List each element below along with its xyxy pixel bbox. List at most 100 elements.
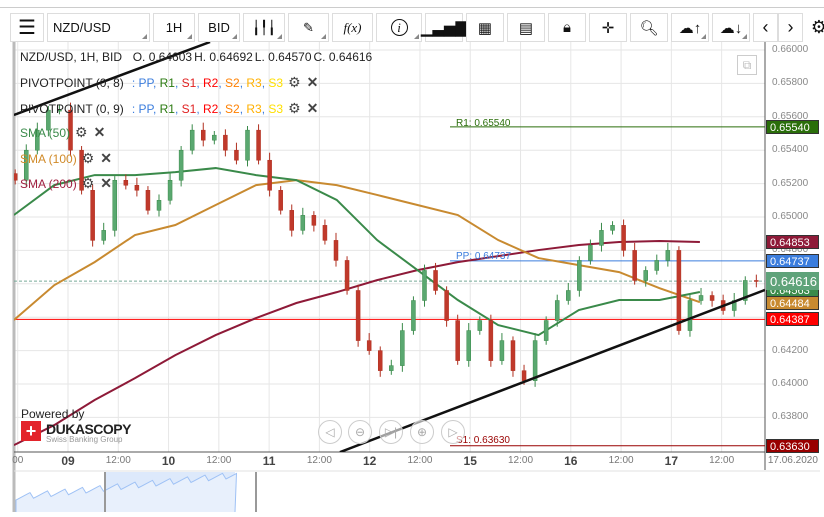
pivot-part: , (196, 101, 203, 116)
pivot-part: R2 (203, 75, 219, 90)
zoom-out-icon: ⊖ (354, 425, 366, 439)
candle-body (554, 300, 560, 321)
s1-level-label: S1: 0.63630 (456, 435, 510, 446)
indicator-name[interactable]: SMA (100) (20, 152, 77, 166)
candle-body (289, 210, 294, 231)
indicator-legend-row: SMA (50) ⚙ ✕ (20, 124, 105, 141)
reset-button[interactable]: ▷| (379, 420, 403, 444)
candle-body (300, 215, 306, 231)
gear-icon[interactable]: ⚙ (82, 175, 95, 192)
gear-icon[interactable]: ⚙ (82, 150, 95, 167)
indicator-name[interactable]: PIVOTPOINT (0, 9) (20, 102, 124, 116)
candle-body (499, 340, 505, 361)
x-tick-label: 12:00 (105, 455, 131, 466)
brand-subtitle: Swiss Banking Group (46, 435, 123, 444)
pivot-part: S3 (268, 75, 284, 90)
popout-icon: ⧉ (742, 57, 752, 72)
price-label: 0.64616 (766, 272, 819, 291)
candle-body (134, 185, 140, 191)
x-tick-label: 12 (362, 454, 377, 468)
gear-icon[interactable]: ⚙ (288, 100, 301, 117)
pivot-part: , (174, 101, 182, 116)
r1-level-label: R1: 0.65540 (456, 118, 511, 129)
candle-body (521, 370, 527, 381)
candle-body (178, 149, 184, 181)
pivot-part: , (174, 75, 182, 90)
price-label: 0.64853 (766, 234, 819, 249)
popout-button[interactable]: ⧉ (737, 55, 757, 75)
scroll-forward-button[interactable]: ▷ (441, 420, 465, 444)
indicator-legend-row: PIVOTPOINT (0, 8): PP, R1, S1, R2, S2, R… (20, 74, 318, 91)
x-tick-label: 11 (262, 454, 276, 468)
x-tick-label: 16 (564, 454, 578, 468)
indicator-name[interactable]: SMA (200) (20, 177, 77, 191)
zoom-in-button[interactable]: ⊕ (410, 420, 434, 444)
candle-body (355, 290, 361, 341)
candle-body (588, 245, 593, 261)
price-label: 0.63630 (766, 438, 819, 453)
close-icon[interactable]: ✕ (100, 150, 112, 167)
candle-body (267, 159, 272, 191)
close-icon[interactable]: ✕ (307, 74, 319, 91)
y-tick-label: 0.65800 (772, 77, 809, 89)
candle-body (466, 330, 471, 361)
gear-icon[interactable]: ⚙ (75, 124, 88, 141)
price-label: 0.65540 (766, 119, 819, 134)
candle-body (234, 149, 239, 161)
candle-body (532, 340, 538, 381)
ohlc-low: L. 0.64570 (254, 50, 312, 64)
candle-body (400, 330, 405, 366)
ohlc-open: O. 0.64603 (132, 50, 193, 64)
candle-body (344, 260, 350, 291)
indicator-legend-row: SMA (200) ⚙ ✕ (20, 175, 112, 192)
candle-body (698, 295, 704, 301)
candle-body (201, 129, 206, 141)
candle-body (654, 260, 660, 271)
indicator-name[interactable]: PIVOTPOINT (0, 8) (20, 76, 124, 90)
y-tick-label: 0.63800 (772, 411, 809, 423)
y-tick-label: 0.64200 (772, 344, 809, 356)
skip-end-icon: ▷| (384, 425, 398, 439)
close-icon[interactable]: ✕ (94, 124, 106, 141)
candle-body (455, 320, 460, 361)
pivot-part: S2 (225, 101, 240, 116)
candle-body (577, 260, 582, 291)
candle-body (632, 250, 637, 281)
pivot-part: PP (138, 75, 153, 90)
x-tick-label: 12:00 (407, 455, 433, 466)
indicator-legend-row: PIVOTPOINT (0, 9): PP, R1, S1, R2, S2, R… (20, 100, 318, 117)
zoom-out-button[interactable]: ⊖ (348, 420, 372, 444)
x-tick-label: 12:00 (709, 455, 735, 466)
candle-body (433, 270, 438, 291)
scroll-back-button[interactable]: ◁ (318, 420, 342, 444)
candle-body (566, 290, 571, 301)
x-tick-label: 17 (664, 454, 679, 468)
gear-icon[interactable]: ⚙ (288, 74, 301, 91)
candle-body (411, 300, 416, 331)
close-icon[interactable]: ✕ (100, 175, 112, 192)
candle-body (444, 290, 449, 321)
candle-body (377, 350, 383, 371)
candle-body (687, 300, 693, 331)
swiss-cross-logo: + (21, 421, 41, 441)
x-tick-label: 17.06.2020 (767, 455, 818, 466)
price-label: 0.64737 (766, 253, 819, 268)
ohlc-close: C. 0.64616 (313, 50, 373, 64)
pp-level-label: PP: 0.64737 (456, 251, 512, 262)
close-icon[interactable]: ✕ (307, 100, 319, 117)
pivot-part: R2 (203, 101, 219, 116)
candle-body (167, 180, 173, 201)
indicator-legend-row: SMA (100) ⚙ ✕ (20, 150, 112, 167)
x-tick-label: 09 (61, 454, 75, 468)
indicator-name[interactable]: SMA (50) (20, 126, 70, 140)
triangle-right-icon: ▷ (448, 425, 458, 439)
y-tick-label: 0.64000 (772, 378, 809, 389)
zoom-in-icon: ⊕ (416, 425, 428, 439)
pivot-part: R3 (246, 101, 262, 116)
candle-body (189, 129, 195, 151)
x-tick-label: 12:00 (306, 455, 332, 466)
candle-body (278, 190, 283, 211)
pivot-part: R1 (159, 75, 175, 90)
powered-by-label: Powered by (21, 407, 85, 421)
candle-body (101, 230, 106, 241)
